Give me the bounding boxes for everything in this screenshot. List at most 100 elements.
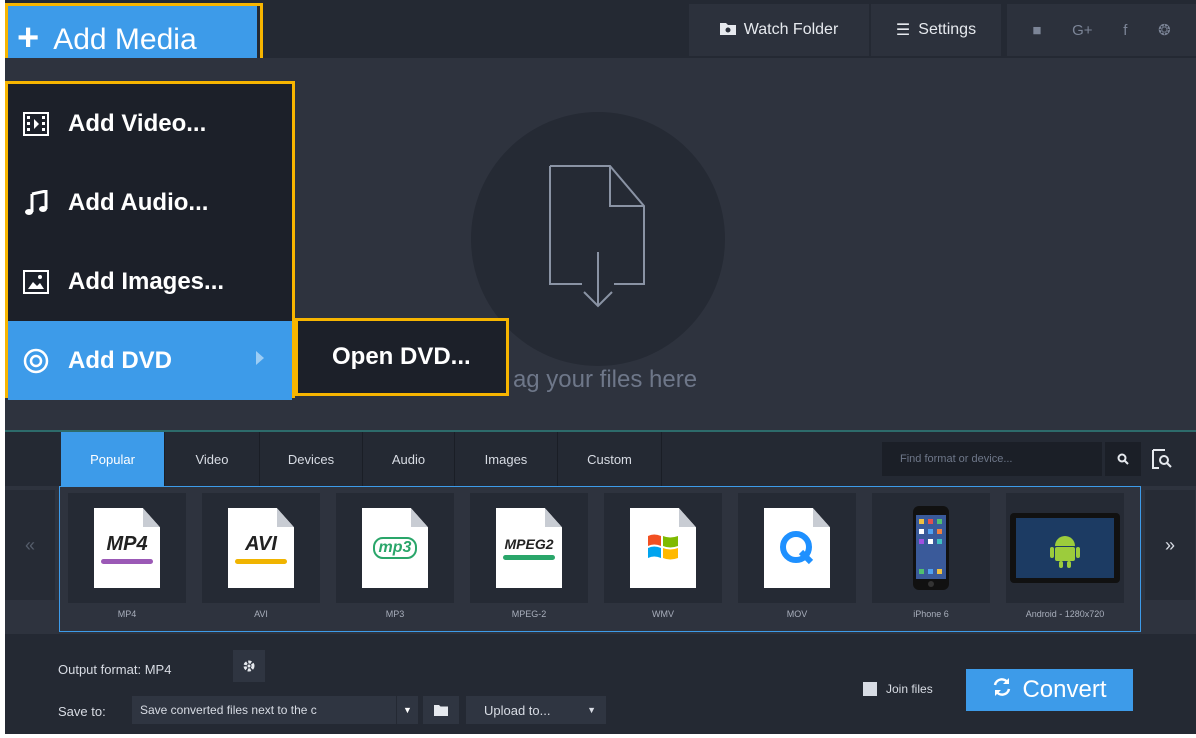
add-media-label: Add Media [53,23,197,56]
preset-avi[interactable]: AVI AVI [202,493,320,624]
mpeg2-file-icon: MPEG2 [496,508,562,588]
preset-mov[interactable]: MOV [738,493,856,624]
chevron-down-icon: ▼ [587,705,596,715]
preset-tile: mp3 [336,493,454,603]
upload-label: Upload to... [484,702,551,718]
save-to-label: Save to: [58,704,106,719]
output-format: Output format: MP4 [58,662,171,677]
preset-label: Android - 1280x720 [1025,609,1105,619]
output-format-label: Output format: [58,662,142,677]
preset-label: AVI [254,609,268,619]
tab-custom[interactable]: Custom [558,432,662,486]
output-settings-button[interactable] [233,650,265,682]
preset-tile: AVI [202,493,320,603]
menu-item-label: Add Images... [68,267,225,295]
preset-tile: MP4 [68,493,186,603]
browse-folder-button[interactable] [423,696,459,724]
device-search-icon [1152,449,1172,469]
preset-label: WMV [652,609,674,619]
preset-label: MPEG-2 [511,609,547,619]
join-files-checkbox[interactable]: Join files [863,682,933,696]
dvd-submenu: Open DVD... [295,318,509,396]
movavi-converter-window: + Add Media Watch Folder ☰ Settings ■ G+… [5,0,1196,734]
disc-icon [22,347,50,375]
tab-images[interactable]: Images [455,432,558,486]
menu-item-label: Add Video... [68,109,207,137]
google-plus-icon[interactable]: G+ [1072,22,1092,39]
tab-popular[interactable]: Popular [61,432,165,486]
submenu-arrow-icon [256,351,264,365]
menu-item-add-video[interactable]: Add Video... [8,84,292,163]
preset-mpeg2[interactable]: MPEG2 MPEG-2 [470,493,588,624]
preset-tile [738,493,856,603]
android-tablet-icon [1010,513,1120,583]
save-to-value: Save converted files next to the c [140,703,317,717]
format-tabs: Popular Video Devices Audio Images Custo… [5,432,1196,486]
music-note-icon [22,189,50,217]
social-links: ■ G+ f ❂ [1007,4,1196,56]
plus-icon: + [17,17,40,59]
menu-item-add-images[interactable]: Add Images... [8,242,292,321]
preset-label: MP3 [385,609,405,619]
folder-icon [719,21,736,40]
vk-icon[interactable]: ❂ [1158,21,1171,39]
carousel-next-button[interactable]: » [1145,490,1195,600]
preset-android[interactable]: Android - 1280x720 [1006,493,1124,624]
menu-item-label: Add Audio... [68,188,209,216]
tab-video[interactable]: Video [165,432,260,486]
image-icon [22,268,50,296]
gear-icon [243,660,255,672]
quicktime-logo-icon [780,531,814,565]
preset-list: MP4 MP4 AVI AVI mp3 MP3 MPEG2 MPEG-2 WMV… [59,486,1141,632]
convert-label: Convert [1022,676,1107,703]
watch-folder-button[interactable]: Watch Folder [689,4,869,56]
preset-tile: MPEG2 [470,493,588,603]
preset-label: iPhone 6 [913,609,949,619]
preset-mp4[interactable]: MP4 MP4 [68,493,186,624]
output-panel: Output format: MP4 Save to: Save convert… [5,634,1196,734]
checkbox[interactable] [863,682,877,696]
carousel-prev-button[interactable]: « [5,490,55,600]
convert-button[interactable]: Convert [966,669,1133,711]
watch-folder-label: Watch Folder [743,21,839,38]
menu-item-add-dvd[interactable]: Add DVD [8,321,292,400]
windows-file-icon [630,508,696,588]
format-search-input[interactable]: Find format or device... [882,442,1102,476]
tab-audio[interactable]: Audio [363,432,455,486]
preset-tile [872,493,990,603]
iphone-icon [913,506,949,590]
menu-icon: ☰ [895,22,911,39]
file-drop-icon [549,165,645,308]
preset-mp3[interactable]: mp3 MP3 [336,493,454,624]
save-to-dropdown[interactable]: Save converted files next to the c ▼ [132,696,418,724]
output-format-value: MP4 [144,662,172,677]
preset-carousel: « MP4 MP4 AVI AVI mp3 MP3 MPEG2 MPEG-2 W… [5,486,1196,634]
menu-item-label: Add DVD [68,346,172,374]
settings-label: Settings [918,21,977,38]
folder-icon [434,704,448,716]
search-button[interactable] [1105,442,1141,476]
preset-wmv[interactable]: WMV [604,493,722,624]
youtube-icon[interactable]: ■ [1032,22,1041,39]
chevron-down-icon: ▼ [396,696,418,724]
preset-label: MOV [786,609,808,619]
facebook-icon[interactable]: f [1123,22,1127,39]
mp3-file-icon: mp3 [362,508,428,588]
settings-button[interactable]: ☰ Settings [871,4,1001,56]
menu-item-add-audio[interactable]: Add Audio... [8,163,292,242]
open-dvd-item[interactable]: Open DVD... [332,343,471,371]
upload-to-button[interactable]: Upload to... ▼ [466,696,606,724]
preset-label: MP4 [117,609,137,619]
windows-logo-icon [648,534,678,560]
video-icon [22,110,50,138]
quicktime-file-icon [764,508,830,588]
device-search-button[interactable] [1147,444,1177,474]
preset-tile [1006,493,1124,603]
preset-tile [604,493,722,603]
add-media-menu: Add Video... Add Audio... Add Images... … [5,81,295,400]
drop-circle [471,112,725,366]
refresh-icon [992,676,1012,704]
tab-devices[interactable]: Devices [260,432,363,486]
preset-iphone6[interactable]: iPhone 6 [872,493,990,624]
search-icon [1117,453,1129,465]
